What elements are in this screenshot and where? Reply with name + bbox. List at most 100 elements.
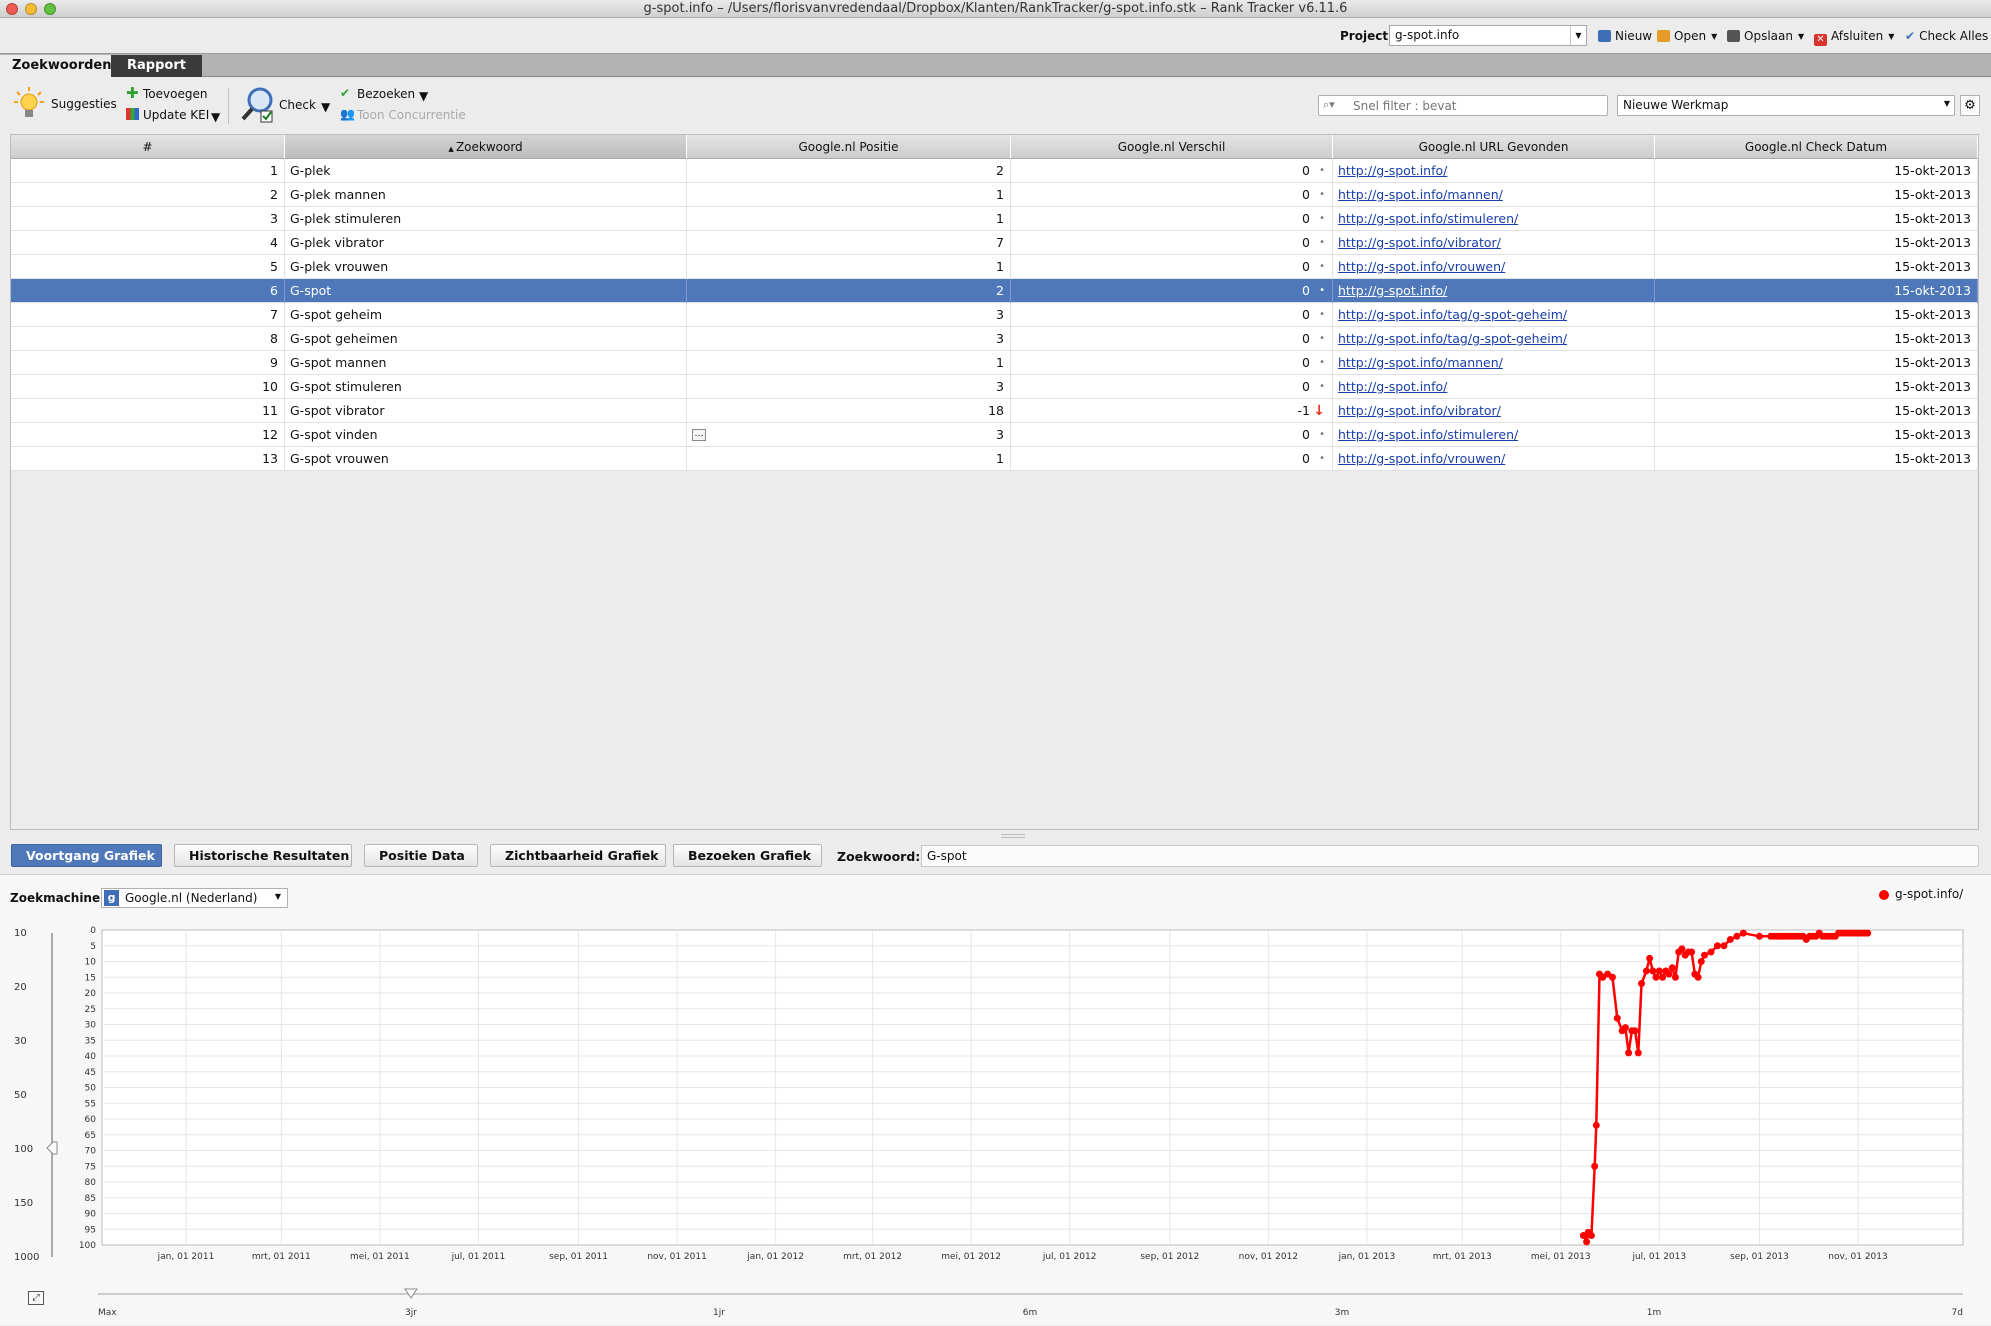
cell-index: 1	[11, 159, 285, 183]
url-link[interactable]: http://g-spot.info/mannen/	[1338, 355, 1503, 370]
toevoegen-button[interactable]: ✚ Toevoegen	[126, 84, 208, 102]
cell-position: 3…	[687, 423, 1011, 447]
no-change-dot-icon: •	[1319, 285, 1325, 296]
x-tick-label: nov, 01 2011	[647, 1252, 706, 1262]
tab-positie-data[interactable]: Positie Data	[364, 844, 478, 867]
check-alles-button[interactable]: ✔ Check Alles	[1905, 28, 1988, 44]
url-link[interactable]: http://g-spot.info/mannen/	[1338, 187, 1503, 202]
lightbulb-icon	[14, 87, 44, 117]
tab-bezoeken-grafiek[interactable]: Bezoeken Grafiek	[673, 844, 822, 867]
filter-field[interactable]: ⌕▾	[1318, 95, 1608, 116]
keyword-value: G-spot	[927, 849, 967, 863]
column-header-4[interactable]: Google.nl URL Gevonden	[1333, 135, 1655, 159]
y-tick-label: 55	[85, 1099, 96, 1109]
cell-url: http://g-spot.info/	[1333, 375, 1655, 399]
table-row[interactable]: 5 G-plek vrouwen 1 0 • http://g-spot.info/vro…	[11, 255, 1978, 279]
cell-text: 9	[270, 355, 278, 370]
save-icon	[1727, 30, 1740, 42]
url-link[interactable]: http://g-spot.info/vrouwen/	[1338, 259, 1505, 274]
table-row[interactable]: 4 G-plek vibrator 7 0 • http://g-spot.info/vi…	[11, 231, 1978, 255]
table-row[interactable]: 6 G-spot 2 0 • http://g-spot.info/15-okt-2013	[11, 279, 1978, 303]
tab-historische-resultaten[interactable]: Historische Resultaten	[174, 844, 352, 867]
afsluiten-button[interactable]: ✕ Afsluiten ▼	[1814, 28, 1894, 46]
series-point	[1655, 967, 1663, 975]
cell-url: http://g-spot.info/mannen/	[1333, 351, 1655, 375]
cell-difference: 0 •	[1011, 327, 1333, 351]
update-kei-label: Update KEI	[143, 108, 210, 122]
fullscreen-button[interactable]: ⤢	[28, 1291, 44, 1305]
toon-concurrentie-button[interactable]: 👥 Toon Concurrentie	[340, 107, 466, 123]
cell-check-date: 15-okt-2013	[1655, 183, 1978, 207]
settings-button[interactable]: ⚙	[1960, 95, 1980, 116]
opslaan-button[interactable]: Opslaan ▼	[1727, 28, 1804, 45]
column-header-5[interactable]: Google.nl Check Datum	[1655, 135, 1978, 159]
cell-position: 2	[687, 279, 1011, 303]
scale-label: 30	[14, 1036, 27, 1047]
bezoeken-button[interactable]: ✔ Bezoeken ▼	[340, 86, 428, 103]
chevron-down-icon: ▼	[321, 100, 331, 114]
url-link[interactable]: http://g-spot.info/stimuleren/	[1338, 211, 1518, 226]
tab-rapport[interactable]: Rapport	[111, 55, 202, 77]
cell-difference: 0 •	[1011, 423, 1333, 447]
open-button[interactable]: Open ▼	[1657, 28, 1717, 45]
url-link[interactable]: http://g-spot.info/vibrator/	[1338, 235, 1501, 250]
table-row[interactable]: 12 G-spot vinden 3… 0 • http://g-spot.info/st…	[11, 423, 1978, 447]
check-button[interactable]: Check ▼	[240, 86, 330, 126]
table-row[interactable]: 11 G-spot vibrator 18 -1 ↓ http://g-spot.info…	[11, 399, 1978, 423]
cell-text: G-spot vinden	[290, 427, 378, 442]
more-options-button[interactable]: …	[692, 429, 706, 441]
close-window-button[interactable]	[6, 3, 18, 15]
series-point	[1613, 1014, 1621, 1022]
keyword-table: # ▲ Zoekwoord Google.nl Positie Google.nl V…	[10, 134, 1979, 838]
url-link[interactable]: http://g-spot.info/	[1338, 163, 1447, 178]
cell-url: http://g-spot.info/vrouwen/	[1333, 255, 1655, 279]
cell-difference: 0 •	[1011, 303, 1333, 327]
table-row[interactable]: 7 G-spot geheim 3 0 • http://g-spot.info/tag/…	[11, 303, 1978, 327]
cell-position: 1	[687, 351, 1011, 375]
splitter-handle[interactable]	[1001, 834, 1025, 838]
suggesties-button[interactable]: Suggesties	[14, 86, 117, 124]
project-select[interactable]: g-spot.info ▼	[1389, 25, 1587, 46]
series-point	[1707, 948, 1715, 956]
tab-zichtbaarheid-grafiek[interactable]: Zichtbaarheid Grafiek	[490, 844, 666, 867]
x-tick-label: sep, 01 2011	[549, 1252, 608, 1262]
column-header-1[interactable]: ▲ Zoekwoord	[285, 135, 687, 159]
minimize-window-button[interactable]	[25, 3, 37, 15]
zoom-window-button[interactable]	[44, 3, 56, 15]
table-row[interactable]: 8 G-spot geheimen 3 0 • http://g-spot.info/ta…	[11, 327, 1978, 351]
update-kei-button[interactable]: Update KEI ▼	[126, 107, 220, 124]
url-link[interactable]: http://g-spot.info/	[1338, 379, 1447, 394]
cell-check-date: 15-okt-2013	[1655, 351, 1978, 375]
werkmap-select[interactable]: Nieuwe Werkmap ▼	[1617, 95, 1955, 116]
cell-text: 1	[996, 259, 1004, 274]
url-link[interactable]: http://g-spot.info/vrouwen/	[1338, 451, 1505, 466]
range-label: Max	[98, 1308, 117, 1318]
url-link[interactable]: http://g-spot.info/tag/g-spot-geheim/	[1338, 307, 1567, 322]
scale-label: 50	[14, 1090, 27, 1101]
url-link[interactable]: http://g-spot.info/vibrator/	[1338, 403, 1501, 418]
cell-check-date: 15-okt-2013	[1655, 423, 1978, 447]
url-link[interactable]: http://g-spot.info/	[1338, 283, 1447, 298]
table-row[interactable]: 9 G-spot mannen 1 0 • http://g-spot.info/mann…	[11, 351, 1978, 375]
table-row[interactable]: 10 G-spot stimuleren 3 0 • http://g-spot.info…	[11, 375, 1978, 399]
url-link[interactable]: http://g-spot.info/tag/g-spot-geheim/	[1338, 331, 1567, 346]
table-row[interactable]: 13 G-spot vrouwen 1 0 • http://g-spot.info/vr…	[11, 447, 1978, 471]
tab-zoekwoorden[interactable]: Zoekwoorden	[0, 55, 124, 77]
scale-slider-handle[interactable]	[46, 1141, 58, 1155]
column-header-2[interactable]: Google.nl Positie	[687, 135, 1011, 159]
toevoegen-label: Toevoegen	[143, 87, 208, 101]
cell-text: 15-okt-2013	[1894, 283, 1971, 298]
filter-input[interactable]	[1353, 97, 1603, 114]
no-change-dot-icon: •	[1319, 189, 1325, 200]
table-row[interactable]: 1 G-plek 2 0 • http://g-spot.info/15-okt-2013	[11, 159, 1978, 183]
table-row[interactable]: 2 G-plek mannen 1 0 • http://g-spot.info/mann…	[11, 183, 1978, 207]
difference-value: 0	[1302, 379, 1310, 394]
table-row[interactable]: 3 G-plek stimuleren 1 0 • http://g-spot.info/…	[11, 207, 1978, 231]
tab-voortgang-grafiek[interactable]: Voortgang Grafiek	[11, 844, 162, 867]
cell-text: 3	[270, 211, 278, 226]
nieuw-button[interactable]: Nieuw	[1598, 28, 1652, 44]
url-link[interactable]: http://g-spot.info/stimuleren/	[1338, 427, 1518, 442]
column-header-3[interactable]: Google.nl Verschil	[1011, 135, 1333, 159]
cell-keyword: G-plek stimuleren	[285, 207, 687, 231]
column-header-0[interactable]: #	[11, 135, 285, 159]
